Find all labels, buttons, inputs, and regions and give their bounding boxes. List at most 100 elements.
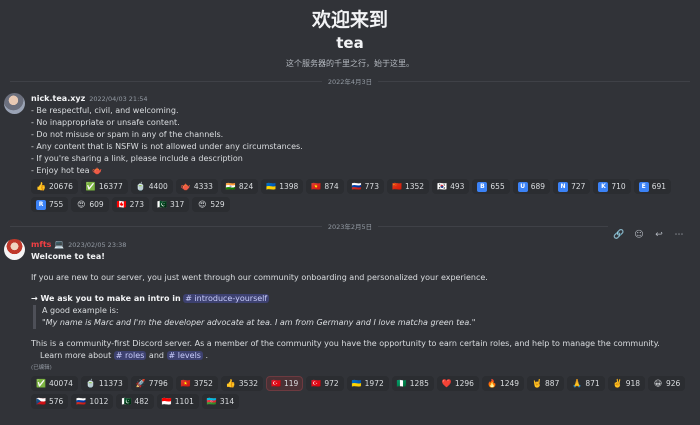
reaction-chip[interactable]: 🇳🇬 1285 (391, 376, 434, 391)
reaction-emoji-icon: 🫖 (180, 181, 191, 191)
reaction-count: 710 (611, 181, 626, 191)
reaction-count: 40074 (49, 378, 73, 388)
reaction-chip[interactable]: 🤘 887 (527, 376, 565, 391)
reaction-chip[interactable]: 🇨🇳 1352 (386, 179, 430, 194)
reaction-count: 691 (651, 181, 667, 191)
reaction-chip[interactable]: 🇹🇷 119 (266, 376, 304, 391)
reaction-chip[interactable]: 🇷🇺 1012 (71, 394, 114, 409)
message-line: - If you're sharing a link, please inclu… (31, 154, 243, 163)
reaction-chip[interactable]: 😍 609 (71, 197, 109, 212)
reaction-emoji-icon: 🇰🇷 (437, 181, 448, 191)
reaction-chip[interactable]: 🇺🇦 1972 (346, 376, 389, 391)
reaction-bar: 👍 20676 ✅ 16377 🍵 4400 🫖 4333 🇮🇳 824 🇺🇦 1398 🇻🇳 874 🇷🇺… (31, 179, 700, 212)
reaction-chip[interactable]: 🍵 11373 (80, 376, 128, 391)
reaction-emoji-icon: 😍 (198, 199, 207, 209)
reaction-emoji-icon: 🇻🇳 (180, 378, 191, 388)
reaction-emoji-icon: 😀 (653, 378, 663, 388)
reaction-count: 1296 (454, 378, 474, 388)
reaction-emoji-icon: 🇺🇦 (351, 378, 362, 388)
reaction-chip[interactable]: 🇰🇷 493 (432, 179, 470, 194)
reaction-chip[interactable]: 🇻🇳 3752 (175, 376, 218, 391)
reaction-chip[interactable]: K 710 (593, 179, 631, 194)
server-name: tea (336, 34, 364, 52)
reaction-chip[interactable]: 🇺🇦 1398 (261, 179, 304, 194)
reaction-chip[interactable]: 🫖 4333 (175, 179, 218, 194)
reaction-chip[interactable]: 🇷🇺 773 (346, 179, 384, 194)
reaction-chip[interactable]: ✅ 40074 (31, 376, 78, 391)
message-line: → We ask you to make an intro in (31, 294, 181, 303)
reaction-chip[interactable]: B 655 (472, 179, 510, 194)
reaction-chip[interactable]: 🇨🇦 273 (111, 197, 149, 212)
reaction-chip[interactable]: R 755 (31, 197, 69, 212)
reaction-chip[interactable]: N 727 (553, 179, 591, 194)
username[interactable]: nick.tea.xyz (31, 93, 85, 105)
reaction-chip[interactable]: ✅ 16377 (80, 179, 128, 194)
reaction-count: 314 (219, 396, 235, 406)
reaction-chip[interactable]: 🇹🇷 972 (306, 376, 344, 391)
quote-text: "My name is Marc and I'm the developer a… (42, 318, 476, 327)
message-line: If you are new to our server, you just w… (31, 273, 488, 282)
reaction-count: 918 (625, 378, 641, 388)
reaction-emoji-icon: U (517, 181, 528, 192)
reaction-emoji-icon: 🇷🇺 (351, 181, 362, 191)
reaction-chip[interactable]: 😍 529 (192, 197, 230, 212)
reaction-count: 4400 (148, 181, 168, 191)
username[interactable]: mfts 💻 (31, 239, 64, 251)
reaction-count: 926 (666, 378, 681, 388)
reaction-chip[interactable]: U 689 (512, 179, 551, 194)
reaction-count: 16377 (98, 181, 123, 191)
avatar[interactable] (4, 93, 25, 114)
message-line: - No inappropriate or unsafe content. (31, 118, 180, 127)
reaction-chip[interactable]: 🇻🇳 874 (306, 179, 344, 194)
reaction-count: 7796 (148, 378, 168, 388)
reaction-chip[interactable]: 🍵 4400 (130, 179, 173, 194)
reaction-chip[interactable]: 👍 3532 (220, 376, 263, 391)
reaction-emoji-icon: 🇷🇺 (76, 396, 87, 406)
reaction-chip[interactable]: 👍 20676 (31, 179, 78, 194)
reaction-emoji-icon: 🇳🇬 (396, 378, 407, 388)
reaction-chip[interactable]: 🇦🇿 314 (201, 394, 240, 409)
reaction-count: 727 (571, 181, 586, 191)
avatar[interactable] (4, 239, 25, 260)
edited-label: (已编辑) (31, 365, 52, 371)
reaction-chip[interactable]: 🇨🇿 576 (31, 394, 69, 409)
reaction-emoji-icon: ❤️ (441, 378, 452, 388)
reaction-emoji-icon: 🇹🇷 (271, 378, 281, 388)
message-line: This is a community-first Discord server… (31, 339, 660, 348)
reaction-emoji-icon: 🇮🇳 (225, 181, 236, 191)
reaction-emoji-icon: 🇨🇳 (392, 181, 402, 191)
reaction-count: 119 (284, 378, 299, 388)
reaction-chip[interactable]: 🇮🇩 1101 (156, 394, 199, 409)
reaction-chip[interactable]: 🇵🇰 317 (151, 197, 190, 212)
timestamp: 2022/04/03 21:54 (89, 95, 148, 103)
reaction-chip[interactable]: 🙏 871 (567, 376, 605, 391)
reaction-emoji-icon: 🔥 (486, 378, 497, 388)
channel-mention-roles[interactable]: # roles (113, 351, 147, 360)
reaction-count: 20676 (49, 181, 73, 191)
message-line: . (205, 351, 209, 360)
reaction-chip[interactable]: 🇵🇰 482 (116, 394, 154, 409)
reaction-count: 273 (129, 199, 144, 209)
reaction-count: 11373 (98, 378, 123, 388)
reaction-chip[interactable]: ❤️ 1296 (436, 376, 479, 391)
reaction-emoji-icon: ✅ (36, 378, 46, 388)
channel-mention-introduce-yourself[interactable]: # introduce-yourself (183, 294, 270, 303)
reaction-chip[interactable]: ✌️ 918 (607, 376, 646, 391)
message-line: - Enjoy hot tea 🫖 (31, 166, 103, 175)
reaction-count: 887 (545, 378, 560, 388)
reaction-chip[interactable]: 🔥 1249 (481, 376, 525, 391)
reaction-chip[interactable]: 🚀 7796 (130, 376, 173, 391)
channel-mention-levels[interactable]: # levels (166, 351, 203, 360)
reaction-emoji-icon: 👍 (36, 181, 46, 191)
reaction-chip[interactable]: 🇮🇳 824 (220, 179, 259, 194)
timestamp: 2023/02/05 23:38 (68, 241, 127, 249)
reaction-count: 655 (490, 181, 505, 191)
reaction-count: 4333 (193, 181, 213, 191)
quote-label: A good example is: (42, 306, 119, 315)
reaction-emoji-icon: R (36, 199, 46, 210)
message-line: - Do not misuse or spam in any of the ch… (31, 130, 224, 139)
reaction-chip[interactable]: 😀 926 (648, 376, 686, 391)
reaction-emoji-icon: ✌️ (612, 378, 623, 388)
reaction-chip[interactable]: E 691 (633, 179, 672, 194)
welcome-heading: 欢迎来到 (311, 9, 388, 31)
